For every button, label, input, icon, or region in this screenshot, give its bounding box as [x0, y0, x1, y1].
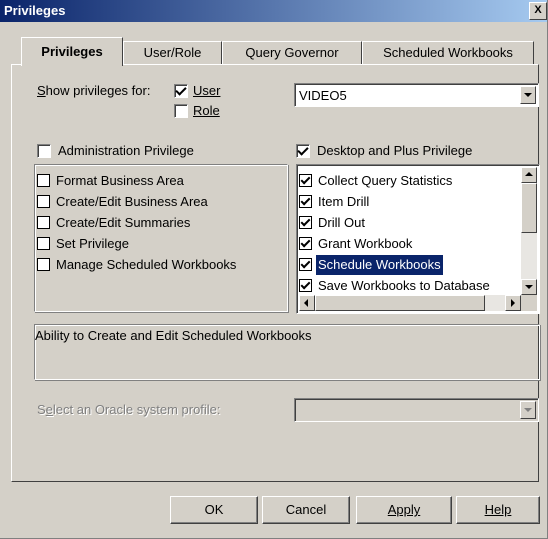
help-button-label: Help — [484, 502, 512, 517]
user-role-select[interactable]: VIDEO5 — [294, 83, 539, 107]
help-button[interactable]: Help — [456, 496, 540, 524]
list-item-label: Create/Edit Summaries — [56, 215, 191, 230]
admin-privilege-checkbox[interactable] — [37, 144, 51, 158]
privileges-dialog: Privileges X Privileges User/Role Query … — [0, 0, 548, 539]
tab-privileges[interactable]: Privileges — [21, 37, 123, 66]
ok-button[interactable]: OK — [170, 496, 258, 524]
list-item-label: Drill Out — [318, 215, 365, 230]
scroll-up-icon[interactable] — [521, 167, 537, 183]
list-item-checkbox[interactable] — [37, 258, 50, 271]
role-label-text: Role — [193, 103, 220, 118]
scroll-right-icon[interactable] — [505, 295, 521, 311]
user-role-select-value: VIDEO5 — [299, 88, 347, 103]
title-bar[interactable]: Privileges X — [0, 0, 547, 22]
list-item-checkbox[interactable] — [37, 195, 50, 208]
scroll-left-icon[interactable] — [299, 295, 315, 311]
admin-privilege-label: Administration Privilege — [58, 143, 194, 158]
show-privileges-label: Show privileges for: — [37, 83, 150, 98]
list-item-checkbox[interactable] — [37, 237, 50, 250]
ok-button-label: OK — [204, 502, 224, 517]
window-title: Privileges — [4, 3, 66, 18]
vertical-scrollbar[interactable] — [521, 167, 537, 295]
user-label-text: User — [193, 83, 221, 98]
desktop-plus-privilege-label: Desktop and Plus Privilege — [317, 143, 473, 158]
list-item-checkbox[interactable] — [299, 174, 312, 187]
show-privileges-label-rest: how privileges for: — [45, 83, 151, 98]
tab-query-governor[interactable]: Query Governor — [222, 41, 362, 64]
oracle-profile-label-accel: e — [45, 402, 53, 417]
tab-query-governor-label: Query Governor — [245, 45, 339, 60]
role-checkbox[interactable] — [174, 104, 188, 118]
tab-scheduled-workbooks[interactable]: Scheduled Workbooks — [362, 41, 534, 64]
cancel-button-label: Cancel — [285, 502, 327, 517]
apply-button[interactable]: Apply — [356, 496, 452, 524]
scroll-thumb-horizontal[interactable] — [315, 295, 485, 311]
list-item-checkbox[interactable] — [299, 237, 312, 250]
list-item-checkbox[interactable] — [37, 216, 50, 229]
description-box: Ability to Create and Edit Scheduled Wor… — [34, 324, 540, 380]
desktop-privilege-list: Collect Query Statistics Item Drill Dril… — [296, 164, 540, 314]
close-icon[interactable]: X — [529, 2, 547, 20]
list-item-label: Item Drill — [318, 194, 370, 209]
description-text: Ability to Create and Edit Scheduled Wor… — [35, 328, 312, 343]
list-item-label: Grant Workbook — [318, 236, 413, 251]
list-item-checkbox[interactable] — [299, 258, 312, 271]
tab-privileges-label: Privileges — [41, 44, 103, 59]
user-label: User — [193, 83, 220, 98]
list-item-label: Schedule Workbooks — [316, 255, 443, 275]
apply-button-label: Apply — [387, 502, 421, 517]
scrollbar-corner — [521, 295, 537, 311]
role-label: Role — [193, 103, 220, 118]
admin-privilege-list: Format Business Area Create/Edit Busines… — [34, 164, 288, 312]
list-item-label: Set Privilege — [56, 236, 129, 251]
list-item-checkbox[interactable] — [299, 195, 312, 208]
list-item-checkbox[interactable] — [299, 216, 312, 229]
scroll-thumb[interactable] — [521, 183, 537, 233]
cancel-button[interactable]: Cancel — [262, 496, 350, 524]
tab-scheduled-workbooks-label: Scheduled Workbooks — [383, 45, 513, 60]
scroll-down-icon[interactable] — [521, 279, 537, 295]
oracle-profile-select — [294, 398, 539, 422]
list-item-label: Collect Query Statistics — [318, 173, 453, 188]
list-item-checkbox[interactable] — [299, 279, 312, 292]
chevron-down-icon[interactable] — [520, 86, 536, 104]
list-item-label: Save Workbooks to Database — [318, 278, 490, 293]
list-item-label: Create/Edit Business Area — [56, 194, 208, 209]
list-item-label: Format Business Area — [56, 173, 184, 188]
list-item-checkbox[interactable] — [37, 174, 50, 187]
list-item-label: Manage Scheduled Workbooks — [56, 257, 237, 272]
horizontal-scrollbar[interactable] — [299, 295, 521, 311]
show-privileges-label-accel: S — [37, 83, 46, 98]
tab-user-role[interactable]: User/Role — [123, 41, 222, 64]
tab-user-role-label: User/Role — [143, 45, 202, 60]
oracle-profile-label: Select an Oracle system profile: — [37, 402, 221, 417]
desktop-plus-privilege-checkbox[interactable] — [296, 144, 310, 158]
user-checkbox[interactable] — [174, 84, 188, 98]
chevron-down-icon — [520, 401, 536, 419]
